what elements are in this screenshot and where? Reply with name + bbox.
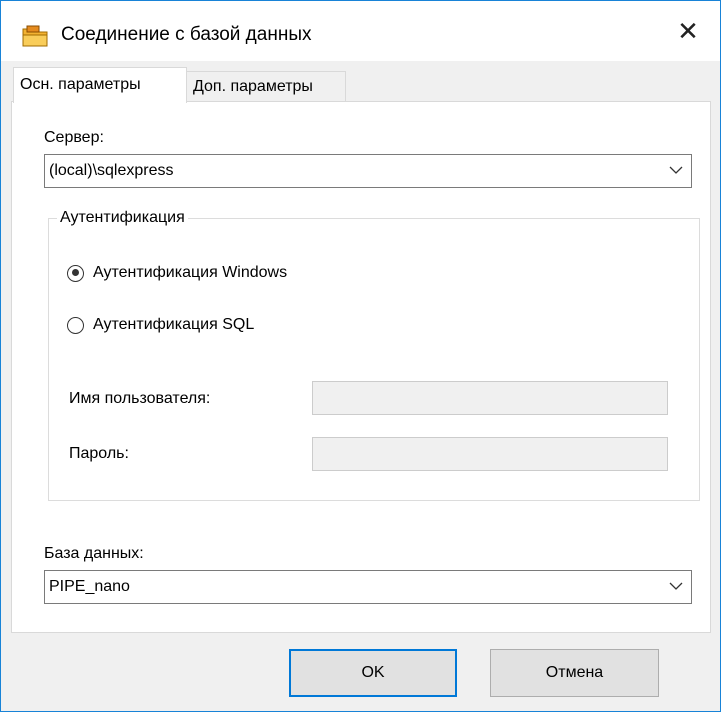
close-button[interactable]: ✕ — [656, 1, 720, 61]
auth-legend: Аутентификация — [57, 207, 188, 229]
username-label: Имя пользователя: — [69, 390, 211, 407]
chevron-down-icon[interactable] — [669, 579, 683, 593]
dialog-window: Соединение с базой данных ✕ Осн. парамет… — [0, 0, 721, 712]
database-label: База данных: — [44, 545, 144, 562]
server-label: Сервер: — [44, 129, 104, 146]
database-value: PIPE_nano — [49, 578, 130, 595]
tab-additional-parameters[interactable]: Доп. параметры — [187, 71, 346, 101]
chevron-down-icon[interactable] — [669, 163, 683, 177]
database-combobox[interactable]: PIPE_nano — [44, 570, 692, 604]
cancel-button[interactable]: Отмена — [490, 649, 659, 697]
ok-button[interactable]: OK — [289, 649, 457, 697]
server-combobox[interactable]: (local)\sqlexpress — [44, 154, 692, 188]
username-input[interactable] — [312, 381, 668, 415]
tab-main-parameters[interactable]: Осн. параметры — [13, 67, 187, 103]
database-folder-icon — [21, 24, 49, 48]
title-bar[interactable]: Соединение с базой данных ✕ — [1, 1, 720, 61]
radio-button[interactable] — [67, 316, 84, 334]
server-value: (local)\sqlexpress — [49, 162, 174, 179]
password-label: Пароль: — [69, 445, 129, 462]
tab-strip: Осн. параметры Доп. параметры — [11, 67, 711, 103]
window-title: Соединение с базой данных — [61, 24, 312, 45]
radio-windows-auth[interactable]: Аутентификация Windows — [67, 264, 287, 282]
radio-windows-label: Аутентификация Windows — [93, 264, 288, 281]
radio-sql-auth[interactable]: Аутентификация SQL — [67, 316, 254, 334]
close-icon: ✕ — [677, 15, 699, 46]
password-input[interactable] — [312, 437, 668, 471]
auth-groupbox: Аутентификация Аутентификация Windows Ау… — [48, 207, 700, 501]
radio-sql-label: Аутентификация SQL — [93, 316, 255, 333]
tab-panel-main: Сервер: (local)\sqlexpress Аутентификаци… — [11, 101, 711, 633]
radio-button-selected[interactable] — [67, 264, 84, 282]
